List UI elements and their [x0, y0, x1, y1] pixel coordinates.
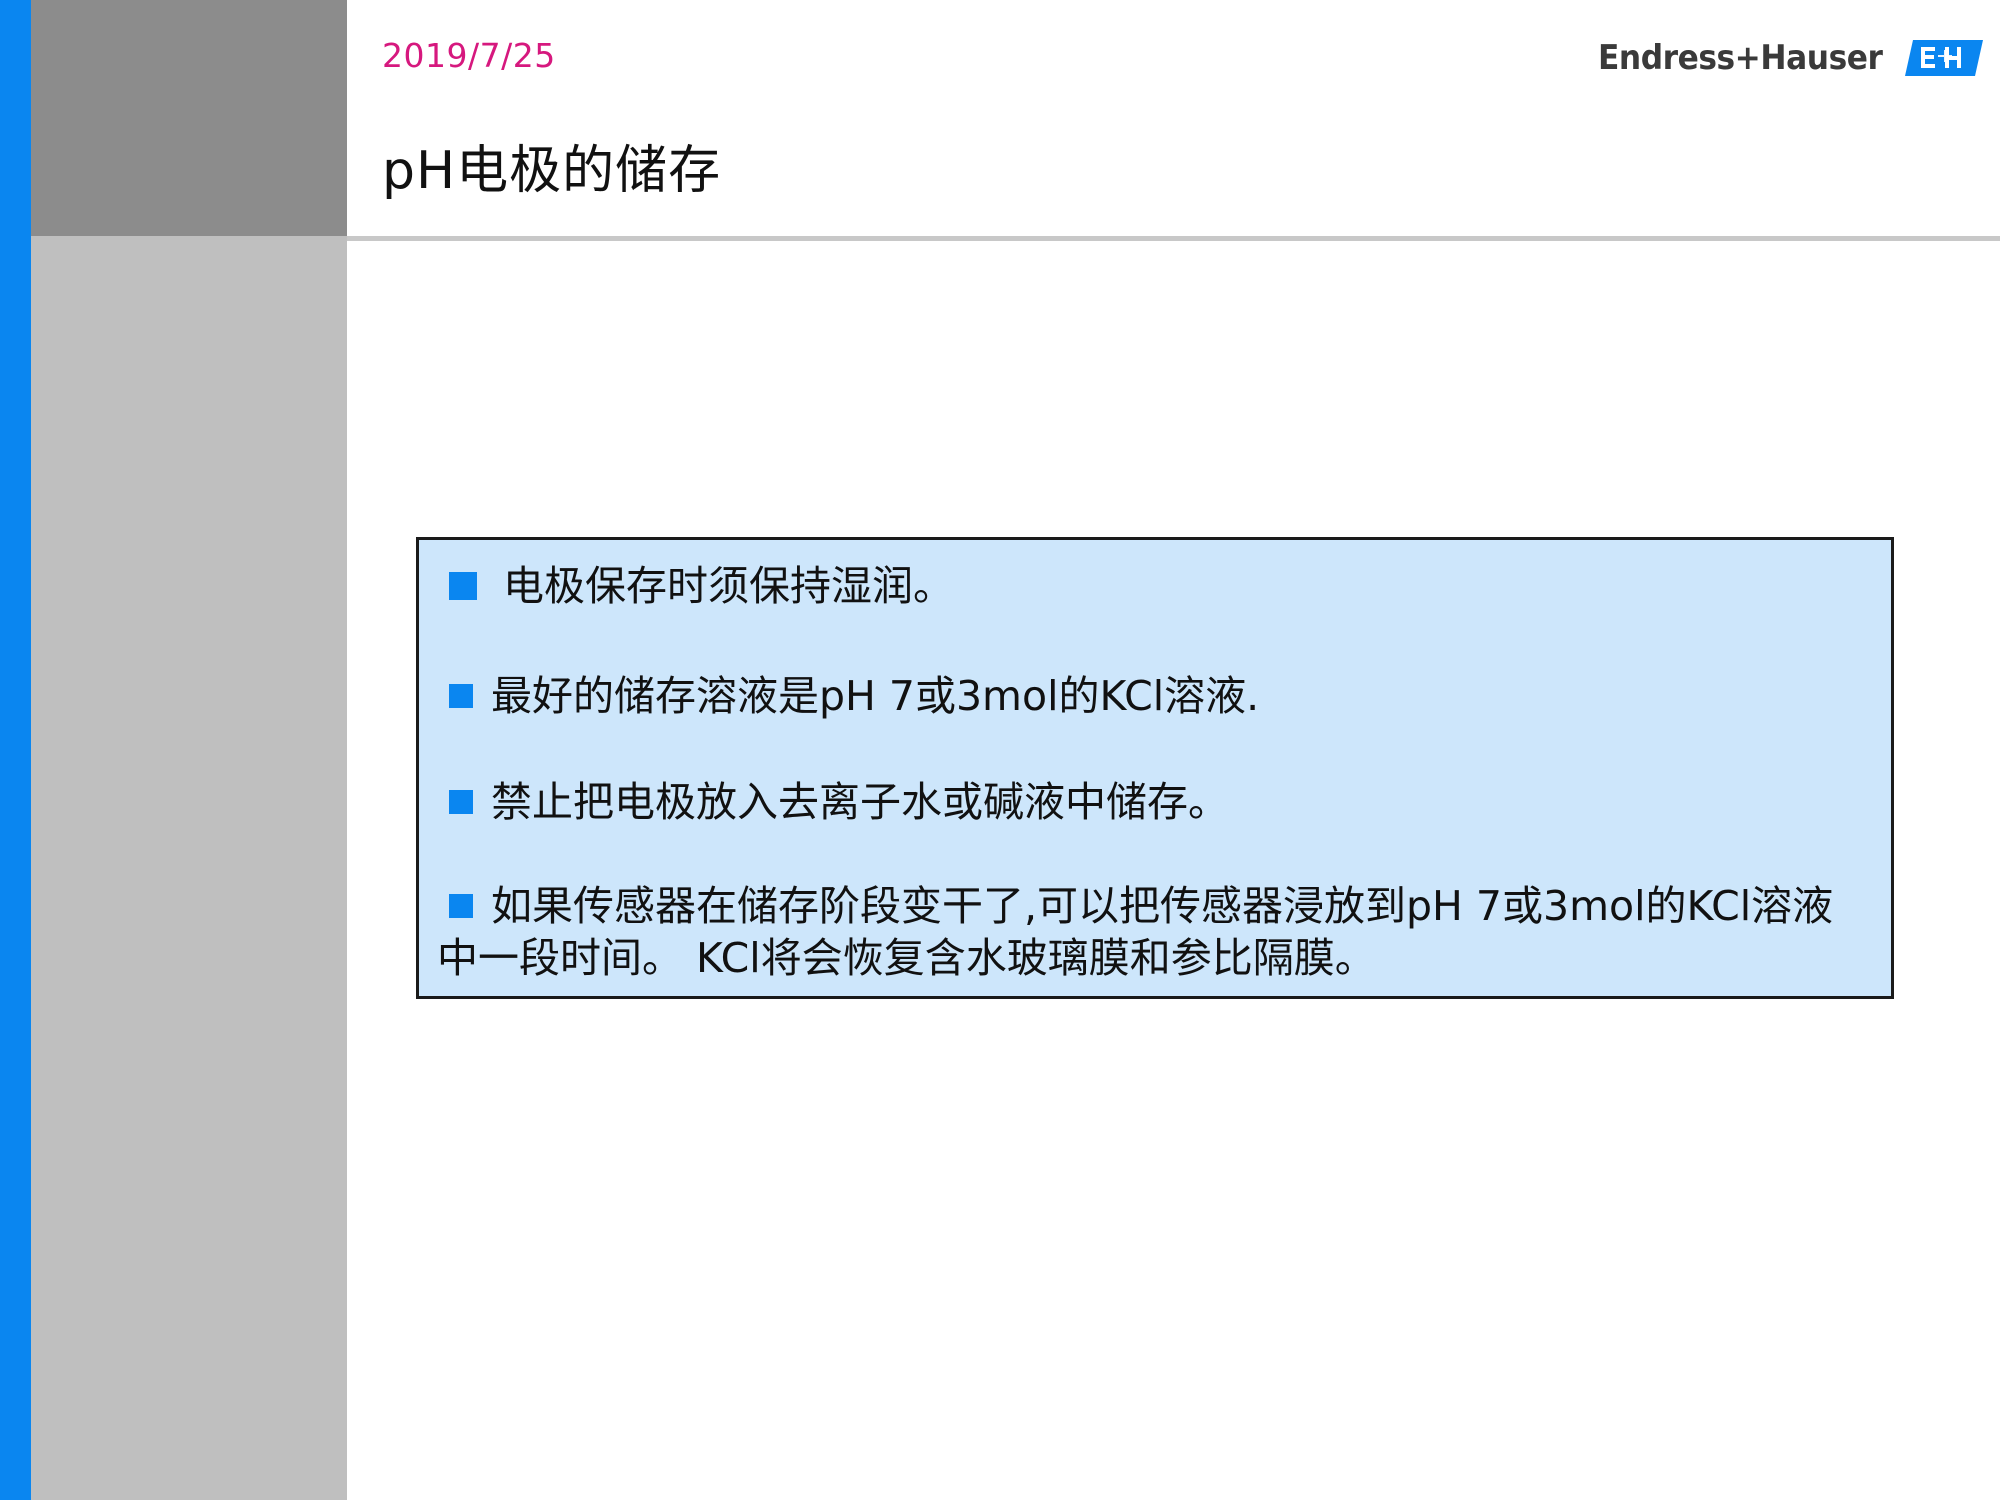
header-gray-block	[31, 0, 347, 236]
list-item: 最好的储存溶液是pH 7或3mol的KCl溶液.	[449, 670, 1259, 722]
list-item: 禁止把电极放入去离子水或碱液中储存。	[449, 776, 1229, 828]
logo-wordmark: Endress+Hauser	[1598, 38, 1883, 78]
list-item-text: 如果传感器在储存阶段变干了,可以把传感器浸放到pH 7或3mol的KCl溶液中一…	[437, 882, 1834, 982]
square-bullet-icon	[449, 684, 473, 708]
square-bullet-icon	[449, 790, 473, 814]
list-item: 如果传感器在储存阶段变干了,可以把传感器浸放到pH 7或3mol的KCl溶液中一…	[437, 880, 1857, 984]
storage-notes-box: 电极保存时须保持湿润。 最好的储存溶液是pH 7或3mol的KCl溶液. 禁止把…	[416, 537, 1894, 999]
list-item-text: 最好的储存溶液是pH 7或3mol的KCl溶液.	[491, 672, 1260, 720]
slide-date: 2019/7/25	[382, 36, 556, 75]
square-bullet-icon	[449, 894, 473, 918]
list-item: 电极保存时须保持湿润。	[449, 560, 954, 612]
left-accent-stripe	[0, 0, 31, 1500]
list-item-text: 电极保存时须保持湿润。	[503, 562, 954, 610]
endress-hauser-logo-icon	[1905, 40, 1984, 76]
company-logo: Endress+Hauser	[1598, 38, 1984, 78]
sidebar-gray-panel	[31, 236, 347, 1500]
square-bullet-icon	[449, 572, 477, 600]
list-item-text: 禁止把电极放入去离子水或碱液中储存。	[491, 778, 1229, 826]
page-title: pH电极的储存	[382, 141, 722, 201]
header-divider	[347, 236, 2000, 241]
